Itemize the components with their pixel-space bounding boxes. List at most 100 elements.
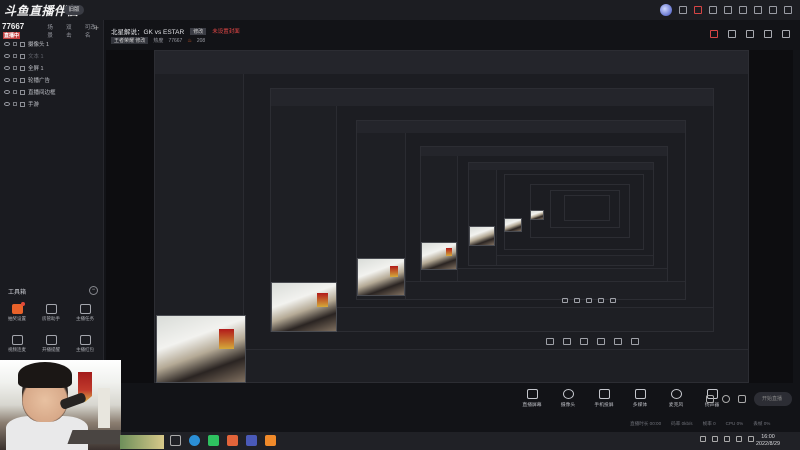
stream-meta: 王者荣耀 修改 热度 77667 ♨ 208 [111,37,205,44]
ad-banner [120,435,164,449]
copy-icon[interactable] [746,30,754,38]
toolbox-title: 工具箱 [8,290,27,296]
gift-icon[interactable] [694,6,702,14]
headset-icon[interactable] [679,6,687,14]
douyu-app-icon[interactable] [265,435,276,446]
windows-taskbar: 16:00 2022/8/29 [120,432,800,450]
system-clock[interactable]: 16:00 2022/8/29 [756,434,780,448]
red-packet-icon [79,335,91,345]
lock-icon[interactable] [13,90,17,94]
network-icon[interactable] [712,436,718,442]
screen-icon [20,65,25,71]
tool-room-manager[interactable]: 房管助手 [34,304,68,328]
notification-icon[interactable] [748,436,754,442]
lock-icon[interactable] [13,54,17,58]
lock-icon[interactable] [13,42,17,46]
close-icon[interactable] [784,6,792,14]
input-method-icon[interactable] [736,436,742,442]
skin-icon[interactable] [724,6,732,14]
settings-icon[interactable] [739,6,747,14]
layer-item[interactable]: 摄像头 1 [0,38,104,50]
eye-icon[interactable] [4,42,10,46]
eye-icon[interactable] [4,90,10,94]
webcam-overlay [0,360,121,450]
taskbar-apps [170,435,276,446]
microphone-button[interactable]: 麦克风 [662,389,690,408]
mirror-webcam [469,226,495,246]
game-icon[interactable] [246,435,257,446]
mirror-webcam [421,242,457,270]
replay-icon[interactable] [722,395,730,403]
mirror-bottom-bar [243,348,748,382]
tab-scene[interactable]: 场景 [45,23,60,39]
mail-icon[interactable] [709,6,717,14]
layer-item[interactable]: 全屏 1 [0,62,104,74]
version-switch-button[interactable]: 旧版 [64,5,84,15]
phone-cast-button[interactable]: 手机投屏 [590,389,618,408]
settings-icon[interactable] [738,395,746,403]
screen-capture-button[interactable]: 直播屏幕 [518,389,546,408]
gift-icon[interactable] [710,30,718,38]
lock-icon[interactable] [13,78,17,82]
layer-item[interactable]: 文本 1 [0,50,104,62]
fans-count: 208 [196,37,206,44]
source-controls: 直播屏幕 摄像头 手机投屏 多媒体 麦克风 扬声器 [518,389,726,408]
layer-item[interactable]: 直播间边框 [0,86,104,98]
microphone-icon [670,389,682,399]
tab-double-click[interactable]: 双击 [64,23,79,39]
mirror-controls [562,298,616,303]
lock-icon[interactable] [728,30,736,38]
media-button[interactable]: 多媒体 [626,389,654,408]
record-icon[interactable] [706,395,714,403]
window-controls [660,4,792,16]
layer-item[interactable]: 轮播广告 [0,74,104,86]
camera-icon [20,41,25,47]
cover-warning[interactable]: 未设置封面 [212,27,240,35]
start-live-button[interactable]: 开始直播 [754,392,792,406]
taskview-icon[interactable] [170,435,181,446]
header-actions [710,30,790,38]
mirror-webcam [271,282,337,332]
status-duration: 直播时长 00:00 [630,421,662,426]
bell-icon[interactable] [764,30,772,38]
volume-icon[interactable] [724,436,730,442]
share-icon[interactable] [782,30,790,38]
mirror-webcam [156,315,246,383]
layer-item[interactable]: 手游 [0,98,104,110]
tool-live-reminder[interactable]: 开播提醒 [34,335,68,359]
minimize-icon[interactable] [754,6,762,14]
category-badge[interactable]: 王者荣耀 修改 [111,37,149,44]
caret-up-icon[interactable] [700,436,706,442]
camera-button[interactable]: 摄像头 [554,389,582,408]
eye-icon[interactable] [4,54,10,58]
mirror-webcam [530,210,544,220]
viewers-label: 热度 [153,38,164,44]
toolbox-collapse-button[interactable]: − [89,286,98,295]
wechat-icon[interactable] [208,435,219,446]
lock-icon[interactable] [13,66,17,70]
eye-icon[interactable] [4,66,10,70]
image-icon [20,77,25,83]
eye-icon[interactable] [4,78,10,82]
edit-title-button[interactable]: 修改 [190,27,207,35]
stream-title: 北星解说：GK vs ESTAR [111,29,185,36]
image-icon [20,89,25,95]
tool-tasks[interactable]: 主播任务 [68,304,102,328]
preview-canvas[interactable] [106,50,793,383]
mirror-title-bar [357,121,685,134]
monitor-icon [526,389,538,399]
status-cpu: CPU 0% [725,421,744,426]
add-scene-button[interactable]: + [94,24,99,33]
lock-icon[interactable] [13,102,17,106]
eye-icon[interactable] [4,102,10,106]
tool-video-link[interactable]: 视频连麦 [0,335,34,359]
fire-icon: ♨ [187,37,192,44]
user-avatar[interactable] [660,4,672,16]
tool-red-packet[interactable]: 主播红包 [68,335,102,359]
reminder-icon [45,335,57,345]
tool-lottery[interactable]: 抽奖设置 [0,302,34,328]
edge-icon[interactable] [189,435,200,446]
maximize-icon[interactable] [769,6,777,14]
music-icon[interactable] [227,435,238,446]
mirror-frame [564,195,610,221]
